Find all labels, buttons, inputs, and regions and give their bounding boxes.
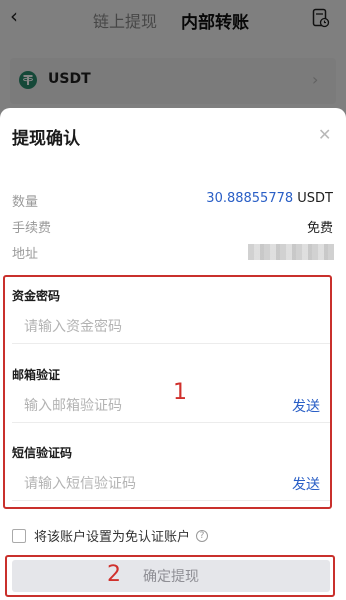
sms-code-placeholder: 请输入短信验证码 — [24, 475, 136, 492]
sheet-title: 提现确认 — [12, 129, 80, 149]
amount-unit: USDT — [297, 191, 333, 206]
email-send-button[interactable]: 发送 — [292, 396, 320, 416]
annotation-marker-2: 2 — [107, 562, 121, 587]
exempt-label: 将该账户设置为免认证账户 — [34, 530, 191, 545]
close-icon[interactable]: ✕ — [318, 125, 331, 144]
amount-label: 数量 — [12, 195, 39, 210]
sms-code-input[interactable]: 请输入短信验证码 发送 — [12, 465, 330, 501]
confirm-withdraw-label: 确定提现 — [143, 569, 199, 585]
fund-password-input[interactable]: 请输入资金密码 — [12, 308, 330, 344]
sms-send-button[interactable]: 发送 — [292, 474, 320, 494]
fund-password-label: 资金密码 — [12, 289, 61, 303]
address-label: 地址 — [12, 247, 39, 262]
sms-code-label: 短信验证码 — [12, 446, 73, 460]
confirm-withdraw-button[interactable]: 确定提现 — [12, 560, 330, 592]
info-icon[interactable]: ? — [196, 529, 209, 542]
amount-value: 30.88855778 USDT — [206, 191, 333, 206]
fee-label: 手续费 — [12, 221, 52, 236]
annotation-marker-1: 1 — [173, 380, 187, 405]
fee-value: 免费 — [306, 221, 333, 236]
email-code-label: 邮箱验证 — [12, 368, 61, 382]
email-code-input[interactable]: 输入邮箱验证码 发送 — [12, 387, 330, 423]
exempt-account-option[interactable]: 将该账户设置为免认证账户 ? — [12, 526, 209, 545]
fund-password-placeholder: 请输入资金密码 — [24, 318, 122, 335]
email-code-placeholder: 输入邮箱验证码 — [24, 397, 122, 414]
address-value-redacted — [248, 244, 334, 260]
exempt-checkbox[interactable] — [12, 528, 26, 543]
